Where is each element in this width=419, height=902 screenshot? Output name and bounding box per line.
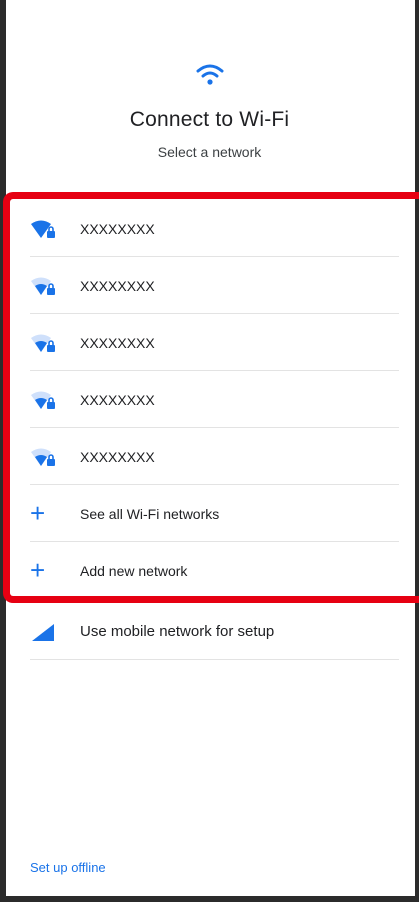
header: Connect to Wi-Fi Select a network	[0, 62, 419, 160]
add-network-button[interactable]: + Add new network	[0, 542, 419, 599]
network-name: XXXXXXXX	[80, 392, 155, 408]
plus-icon: +	[30, 555, 46, 585]
wifi-lock-icon	[31, 391, 55, 409]
network-name: XXXXXXXX	[80, 278, 155, 294]
wifi-lock-icon	[31, 334, 55, 352]
mobile-network-button[interactable]: Use mobile network for setup	[0, 603, 419, 660]
wifi-lock-icon	[31, 220, 55, 238]
network-name: XXXXXXXX	[80, 221, 155, 237]
network-item[interactable]: XXXXXXXX	[0, 200, 419, 257]
wifi-lock-icon	[31, 448, 55, 466]
network-item[interactable]: XXXXXXXX	[0, 314, 419, 371]
wifi-lock-icon	[31, 277, 55, 295]
divider	[30, 659, 399, 660]
page-subtitle: Select a network	[157, 144, 262, 160]
plus-icon: +	[30, 498, 46, 528]
network-item[interactable]: XXXXXXXX	[0, 257, 419, 314]
network-item[interactable]: XXXXXXXX	[0, 371, 419, 428]
mobile-network-label: Use mobile network for setup	[80, 623, 275, 640]
cellular-signal-icon	[32, 624, 54, 641]
setup-offline-link[interactable]: Set up offline	[30, 860, 106, 875]
wifi-icon	[196, 64, 223, 85]
network-name: XXXXXXXX	[80, 335, 155, 351]
network-name: XXXXXXXX	[80, 449, 155, 465]
network-item[interactable]: XXXXXXXX	[0, 428, 419, 485]
page-title: Connect to Wi-Fi	[129, 108, 290, 131]
see-all-label: See all Wi-Fi networks	[80, 506, 220, 522]
see-all-networks-button[interactable]: + See all Wi-Fi networks	[0, 485, 419, 542]
add-network-label: Add new network	[80, 563, 188, 579]
